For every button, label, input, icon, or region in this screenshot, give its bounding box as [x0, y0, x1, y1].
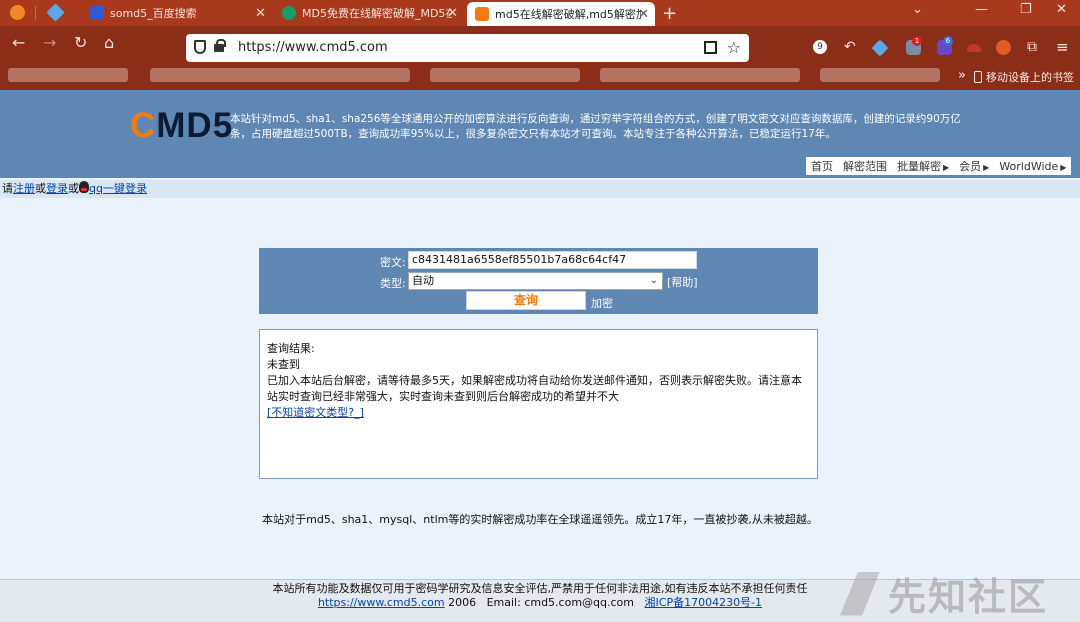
qr-code-icon[interactable]: [704, 41, 717, 54]
qq-login-link[interactable]: qq一键登录: [89, 182, 147, 195]
chevron-down-icon[interactable]: ⌄: [912, 2, 923, 17]
site-logo[interactable]: CMD5: [130, 106, 233, 146]
lock-icon[interactable]: [214, 39, 226, 52]
type-select-value: 自动: [412, 274, 434, 287]
icp-link[interactable]: 湘ICP备17004230号-1: [645, 596, 763, 609]
puzzle-icon[interactable]: ⧉: [1027, 40, 1042, 55]
nav-member[interactable]: 会员 ▶: [954, 158, 994, 174]
new-tab-button[interactable]: +: [662, 3, 677, 24]
watermark-logo-icon: [840, 571, 880, 616]
bookmark-item[interactable]: [8, 68, 128, 82]
home-button[interactable]: ⌂: [104, 34, 114, 52]
cipher-label: 密文:: [380, 256, 406, 269]
encrypt-link[interactable]: 加密: [591, 295, 613, 311]
cipher-input[interactable]: c8431481a6558ef85501b7a68c64cf47: [408, 251, 697, 269]
chevron-down-icon: ⌄: [649, 275, 658, 286]
badge: 6: [943, 36, 953, 46]
nav-home[interactable]: 首页: [806, 158, 838, 174]
login-bar: 请注册或登录或 qq一键登录: [0, 180, 1080, 198]
close-icon[interactable]: ✕: [255, 6, 266, 21]
help-link[interactable]: [帮助]: [667, 274, 698, 290]
result-status: 未查到: [267, 358, 300, 371]
back-button[interactable]: ←: [12, 34, 25, 52]
chevron-right-icon[interactable]: »: [958, 68, 966, 83]
top-nav: 首页 解密范围 批量解密 ▶ 会员 ▶ WorldWide ▶: [806, 157, 1072, 175]
extension-badge-icon[interactable]: 9: [813, 40, 827, 54]
bookmark-item[interactable]: [600, 68, 800, 82]
reload-button[interactable]: ↻: [74, 34, 87, 52]
type-label: 类型:: [380, 277, 406, 290]
tab-label: somd5_百度搜索: [110, 7, 197, 20]
tab-md5-free[interactable]: MD5免费在线解密破解_MD5在 ✕: [276, 0, 464, 26]
close-icon[interactable]: ✕: [447, 6, 458, 21]
star-icon[interactable]: ☆: [727, 38, 741, 57]
close-window-button[interactable]: ✕: [1056, 2, 1067, 17]
browser-tab-bar: somd5_百度搜索 ✕ MD5免费在线解密破解_MD5在 ✕ md5在线解密破…: [0, 0, 1080, 26]
firefox-icon[interactable]: [10, 5, 25, 20]
forward-button[interactable]: →: [43, 34, 56, 52]
pinned-tab-icon[interactable]: [46, 3, 65, 22]
address-bar[interactable]: https://www.cmd5.com ☆: [186, 34, 749, 62]
tab-somd5[interactable]: somd5_百度搜索 ✕: [84, 0, 272, 26]
qq-icon: [79, 181, 89, 193]
query-button[interactable]: 查询: [466, 291, 586, 310]
register-link[interactable]: 注册: [13, 182, 35, 195]
bookmarks-bar: 移动设备上的书签: [0, 62, 1080, 90]
footer-site-link[interactable]: https://www.cmd5.com: [318, 596, 445, 609]
cipher-type-help-link[interactable]: [不知道密文类型?_]: [267, 406, 364, 419]
mobile-bookmarks-label: 移动设备上的书签: [986, 71, 1074, 84]
minimize-button[interactable]: —: [975, 2, 988, 17]
undo-icon[interactable]: ↶: [844, 40, 859, 55]
close-icon[interactable]: ✕: [638, 7, 649, 22]
badge: 1: [912, 36, 922, 46]
bookmark-item[interactable]: [430, 68, 580, 82]
watermark-text: 先知社区: [888, 575, 1049, 619]
watermark: 先知社区: [840, 566, 1048, 621]
url-text[interactable]: https://www.cmd5.com: [238, 40, 388, 55]
site-intro: 本站针对md5、sha1、sha256等全球通用公开的加密算法进行反向查询，通过…: [230, 113, 961, 140]
footer-email: Email: cmd5.com@qq.com: [486, 596, 635, 609]
login-link[interactable]: 登录: [46, 182, 68, 195]
restore-button[interactable]: ❐: [1020, 2, 1032, 17]
tab-cmd5[interactable]: md5在线解密破解,md5解密加 ✕: [467, 2, 655, 26]
tab-label: md5在线解密破解,md5解密加: [495, 8, 641, 21]
phone-icon: [974, 71, 982, 83]
cmd5-icon: [475, 7, 489, 21]
result-message: 已加入本站后台解密，请等待最多5天，如果解密成功将自动给你发送邮件通知，否则表示…: [267, 374, 802, 403]
login-prefix: 请: [2, 182, 13, 195]
site-icon: [282, 6, 296, 20]
bookmark-item[interactable]: [150, 68, 410, 82]
mobile-bookmarks[interactable]: 移动设备上的书签: [974, 69, 1074, 85]
hat-extension-icon[interactable]: [967, 44, 981, 52]
result-title: 查询结果:: [267, 342, 315, 355]
shield-icon[interactable]: [194, 40, 206, 54]
bookmark-item[interactable]: [820, 68, 940, 82]
baidu-icon: [90, 6, 104, 20]
result-box: 查询结果: 未查到 已加入本站后台解密，请等待最多5天，如果解密成功将自动给你发…: [259, 329, 818, 479]
site-claim: 本站对于md5、sha1、mysql、ntlm等的实时解密成功率在全球遥遥领先。…: [262, 513, 818, 526]
type-select[interactable]: 自动 ⌄: [408, 272, 663, 290]
fox-extension-icon[interactable]: [996, 40, 1011, 55]
nav-batch-decrypt[interactable]: 批量解密 ▶: [892, 158, 954, 174]
nav-decrypt-range[interactable]: 解密范围: [838, 158, 892, 174]
nav-worldwide[interactable]: WorldWide ▶: [994, 160, 1071, 173]
tab-label: MD5免费在线解密破解_MD5在: [302, 7, 452, 20]
menu-icon[interactable]: ≡: [1056, 40, 1071, 55]
footer-year: 2006: [448, 596, 477, 609]
